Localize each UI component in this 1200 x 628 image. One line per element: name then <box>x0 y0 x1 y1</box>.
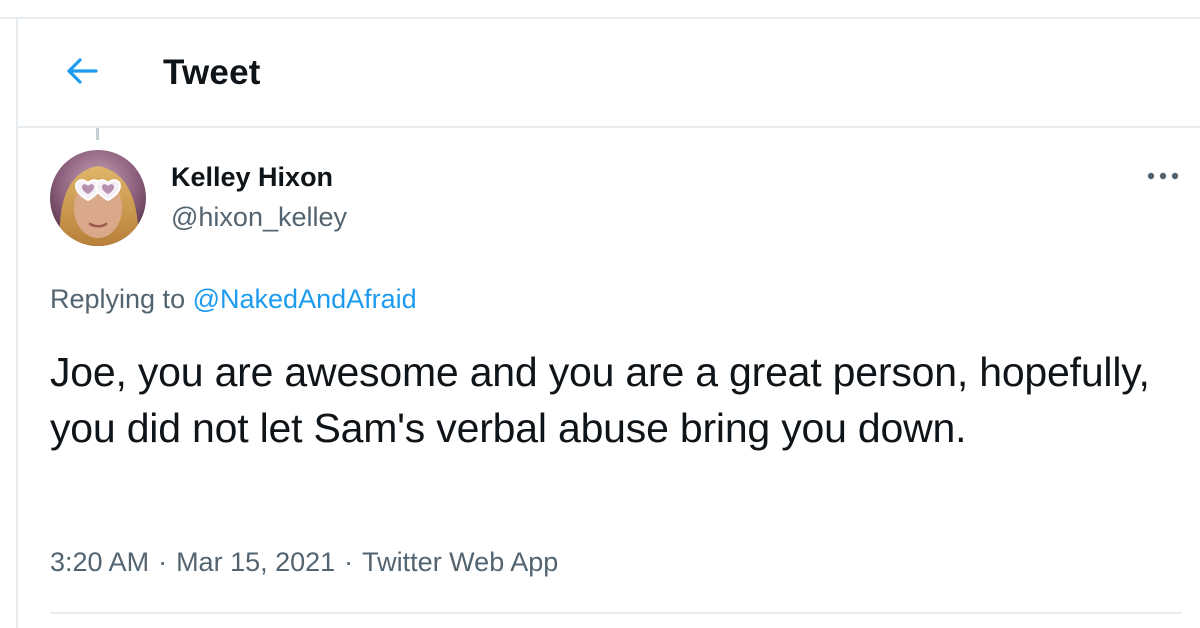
header-divider <box>18 126 1200 128</box>
tweet-text: Joe, you are awesome and you are a great… <box>50 349 1150 451</box>
more-options-icon <box>1146 168 1180 186</box>
tweet-source[interactable]: Twitter Web App <box>362 547 558 577</box>
author-display-name[interactable]: Kelley Hixon <box>171 160 333 194</box>
replying-to: Replying to @NakedAndAfraid <box>50 282 417 316</box>
replying-prefix: Replying to <box>50 284 186 314</box>
tweet-date[interactable]: Mar 15, 2021 <box>176 547 335 577</box>
page-header: Tweet <box>18 19 1200 126</box>
avatar-photo <box>50 150 146 246</box>
arrow-left-icon <box>65 56 99 91</box>
tweet-page: Tweet Kelley Hixon @hixon_kelley Replyin… <box>0 0 1200 628</box>
back-button[interactable] <box>62 53 102 93</box>
page-title: Tweet <box>163 53 261 92</box>
author-handle[interactable]: @hixon_kelley <box>171 200 347 234</box>
thread-connector-line <box>96 128 99 140</box>
replying-to-mention-link[interactable]: @NakedAndAfraid <box>193 284 417 314</box>
tweet-time[interactable]: 3:20 AM <box>50 547 149 577</box>
tweet-meta: 3:20 AM · Mar 15, 2021 · Twitter Web App <box>50 545 558 579</box>
avatar[interactable] <box>50 150 146 246</box>
meta-separator: · <box>158 547 168 577</box>
meta-separator: · <box>344 547 354 577</box>
more-options-button[interactable] <box>1140 160 1186 194</box>
bottom-divider <box>50 612 1182 614</box>
